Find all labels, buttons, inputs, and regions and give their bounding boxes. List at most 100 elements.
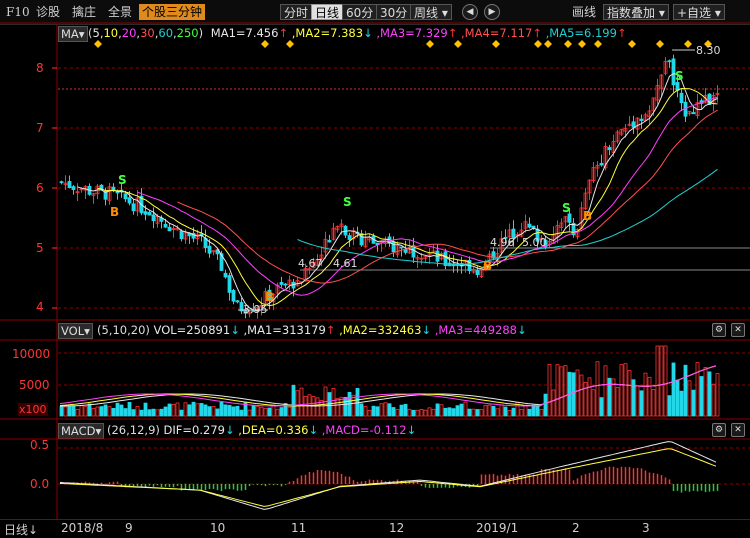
buy-signal-mark: B [110,205,119,219]
candle-body [615,131,620,142]
volume-bar [667,395,672,417]
x-label: 9 [125,521,133,535]
period-mode-dropdown[interactable]: 日线↓ [4,521,38,538]
volume-bar [187,404,192,417]
volume-bar [351,394,356,417]
candle-body [715,92,720,95]
volume-bar [543,393,548,417]
candle-body [627,123,632,126]
candle-body [167,226,172,232]
volume-bar [227,404,232,417]
volume-bar [527,408,532,417]
event-diamond-icon [684,40,692,48]
candle-body [583,192,588,209]
volume-bar [675,379,680,417]
volume-bar [571,372,576,417]
volume-bar [547,363,552,417]
volume-bar [619,364,624,417]
ma-param: 250 [176,26,199,40]
ma3-line [137,96,718,296]
ma-indicator-button[interactable]: MA▾ [58,26,88,42]
candle-body [707,93,712,105]
vol-panel-close-icon[interactable]: ✕ [731,323,745,337]
volume-bar [235,405,240,417]
draw-line-button[interactable]: 画线 [572,4,596,20]
macd-indicator-button[interactable]: MACD▾ [58,423,105,439]
x-label: 2018/8 [61,521,104,535]
volume-bar [663,345,668,417]
candle-body [447,262,452,267]
candle-body [631,121,636,128]
f10-button[interactable]: F10 [6,4,30,20]
ma-param: 20 [121,26,137,40]
vol-indicator-button[interactable]: VOL▾ [58,323,93,339]
volume-bar [111,408,116,417]
period-daily[interactable]: 日线 [311,4,344,20]
volume-bar [295,390,300,417]
volume-bar [463,401,468,417]
period-weekly-dropdown[interactable]: 周线 ▾ [410,4,452,20]
volume-bar [423,409,428,417]
ma1-line [77,73,718,312]
volume-bar [435,403,440,417]
volume-bar [307,394,312,417]
index-overlay-dropdown[interactable]: 指数叠加 ▾ [603,4,669,20]
period-intraday[interactable]: 分时 [280,4,313,20]
candle-body [635,117,640,130]
three-minute-button[interactable]: 个股三分钟 [139,4,206,20]
macd-panel-settings-icon[interactable]: ⚙ [712,423,726,437]
volume-bar [443,407,448,417]
event-diamond-icon [492,40,500,48]
event-diamond-icon [94,40,102,48]
price-tick-7: 7 [36,121,44,135]
overview-button[interactable]: 全景 [108,4,132,20]
volume-bar [299,387,304,417]
volume-bar [67,405,72,417]
event-diamond-icon [426,40,434,48]
period-60min[interactable]: 60分 [342,4,378,20]
volume-bar [635,385,640,417]
candle-body [655,85,660,101]
vol-panel-settings-icon[interactable]: ⚙ [712,323,726,337]
track-button[interactable]: 擒庄 [72,4,96,20]
event-diamond-icon [454,40,462,48]
volume-bar [195,403,200,417]
level-label-2: 4.61 [333,257,358,270]
up-arrow-icon: ↑ [616,26,627,40]
volume-bar [279,407,284,417]
volume-bar [335,398,340,417]
candle-body [415,257,420,260]
volume-bar [251,405,256,417]
candle-body [183,232,188,240]
candle-body [219,253,224,271]
volume-bar [271,404,276,417]
candle-body [171,228,176,230]
volume-bar [627,370,632,417]
candle-body [479,268,484,277]
volume-bar [375,406,380,417]
price-tick-5: 5 [36,241,44,255]
x-label: 2 [572,521,580,535]
macd-panel-close-icon[interactable]: ✕ [731,423,745,437]
candle-body [131,203,136,212]
vol-legend: (5,10,20) VOL=250891↓ ,MA1=313179↑ ,MA2=… [97,322,527,338]
volume-bar [559,366,564,417]
candle-body [303,268,308,282]
period-30min[interactable]: 30分 [376,4,412,20]
volume-bar [419,408,424,417]
volume-bar [511,407,516,417]
add-watchlist-dropdown[interactable]: +自选 ▾ [673,4,725,20]
down-arrow-icon: ↓ [28,523,39,537]
candle-body [127,197,132,204]
volume-bar [91,407,96,417]
prev-icon[interactable]: ◀ [462,4,478,20]
x-axis: 日线↓ 2018/8 9 10 11 12 2019/1 2 3 [0,519,750,538]
candle-body [411,245,416,258]
candle-body [63,182,68,186]
candle-body [347,235,352,240]
dea-value: ,DEA=0.336 [238,423,309,437]
diagnose-button[interactable]: 诊股 [36,4,60,20]
candle-body [103,190,108,200]
next-icon[interactable]: ▶ [484,4,500,20]
candle-body [623,127,628,132]
